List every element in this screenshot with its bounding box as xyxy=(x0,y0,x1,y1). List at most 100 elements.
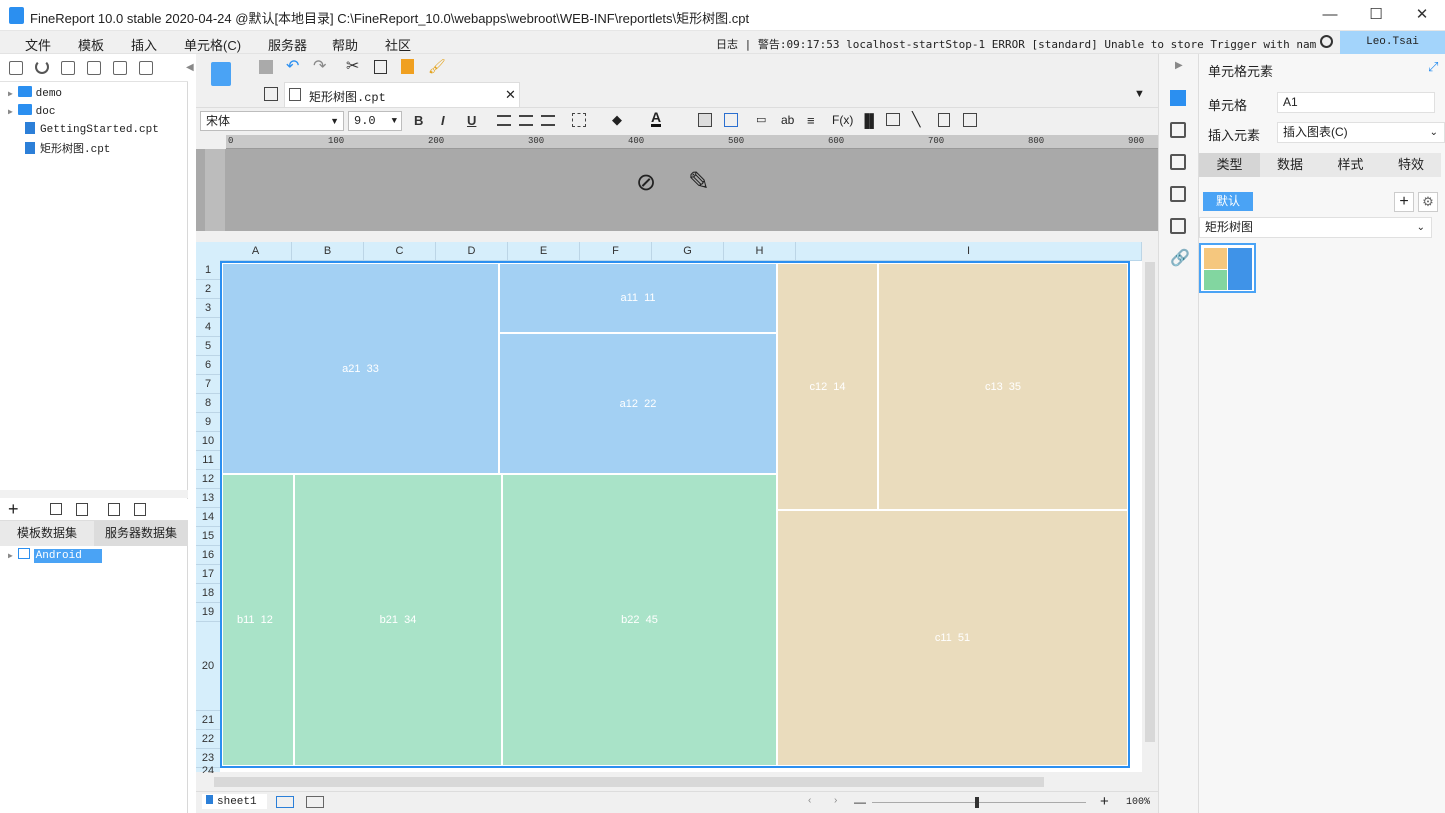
insert-element-select[interactable]: 插入图表(C) ⌄ xyxy=(1277,122,1445,143)
row-13[interactable]: 13 xyxy=(196,489,220,508)
edit-icon[interactable] xyxy=(50,503,62,515)
column-i[interactable]: I xyxy=(796,242,1142,261)
treemap-tile-a12[interactable]: a12 22 xyxy=(499,333,777,474)
cell-attribute-icon[interactable] xyxy=(1170,122,1186,138)
tree-item-treemap[interactable]: 矩形树图.cpt xyxy=(25,140,110,156)
delete-icon[interactable] xyxy=(113,61,127,75)
search-icon[interactable] xyxy=(1320,35,1333,48)
fill-color-icon[interactable]: ◆ xyxy=(612,112,622,128)
align-center-icon[interactable] xyxy=(519,115,533,126)
row-19[interactable]: 19 xyxy=(196,603,220,622)
row-9[interactable]: 9 xyxy=(196,413,220,432)
sub-report-icon[interactable] xyxy=(938,113,950,127)
prev-sheet-icon[interactable]: ‹ xyxy=(808,795,811,806)
add-icon[interactable]: + xyxy=(1394,192,1414,212)
zoom-in-button[interactable]: + xyxy=(1100,793,1109,810)
new-folder-icon[interactable] xyxy=(9,61,23,75)
add-poly-sheet-icon[interactable] xyxy=(306,796,324,808)
trash-icon[interactable] xyxy=(76,503,88,516)
menu-server[interactable]: 服务器 xyxy=(268,35,307,54)
zoom-out-button[interactable]: — xyxy=(854,795,866,809)
default-button[interactable]: 默认 xyxy=(1203,192,1253,211)
row-11[interactable]: 11 xyxy=(196,451,220,470)
close-tab-icon[interactable]: ✕ xyxy=(505,87,516,103)
sheet-tab[interactable]: sheet1 xyxy=(202,794,267,809)
menu-file[interactable]: 文件 xyxy=(25,35,51,54)
row-21[interactable]: 21 xyxy=(196,711,220,730)
formula-icon[interactable]: F(x) xyxy=(832,113,853,127)
row-1[interactable]: 1 xyxy=(196,261,220,280)
cell-element-icon[interactable] xyxy=(1170,90,1186,106)
server-dataset-icon[interactable] xyxy=(134,503,146,516)
column-e[interactable]: E xyxy=(508,242,580,261)
font-size-select[interactable]: 9.0 ▼ xyxy=(348,111,402,131)
row-7[interactable]: 7 xyxy=(196,375,220,394)
collapse-right-icon[interactable]: ▶ xyxy=(1175,60,1183,71)
hyperlink-icon[interactable]: 🔗 xyxy=(1170,248,1190,268)
format-painter-icon[interactable]: 🖌 xyxy=(428,58,446,75)
align-right-icon[interactable] xyxy=(541,115,555,126)
zoom-slider-thumb[interactable] xyxy=(975,797,979,808)
add-sheet-icon[interactable] xyxy=(276,796,294,808)
zoom-slider[interactable] xyxy=(872,802,1086,803)
next-sheet-icon[interactable]: › xyxy=(834,795,837,806)
tab-template-dataset[interactable]: 模板数据集 xyxy=(0,521,94,546)
row-5[interactable]: 5 xyxy=(196,337,220,356)
horizontal-scrollbar[interactable] xyxy=(196,773,1158,791)
cell-name-field[interactable]: A1 xyxy=(1277,92,1435,113)
grid-view-icon[interactable] xyxy=(264,87,278,101)
slash-icon[interactable]: ╲ xyxy=(912,111,920,128)
tree-item-doc[interactable]: ▶ doc xyxy=(8,104,55,118)
hide-eye-icon[interactable]: ⊘ xyxy=(636,168,656,197)
row-14[interactable]: 14 xyxy=(196,508,220,527)
add-dataset-icon[interactable]: + xyxy=(8,499,19,519)
treemap-tile-a21[interactable]: a21 33 xyxy=(222,263,499,474)
tree-item-gettingstarted[interactable]: GettingStarted.cpt xyxy=(25,122,159,136)
column-f[interactable]: F xyxy=(580,242,652,261)
tab-effect[interactable]: 特效 xyxy=(1381,153,1441,177)
italic-button[interactable]: I xyxy=(441,113,445,128)
menu-cell[interactable]: 单元格(C) xyxy=(184,35,241,54)
user-name[interactable]: Leo.Tsai xyxy=(1340,31,1445,54)
row-15[interactable]: 15 xyxy=(196,527,220,546)
vertical-scrollbar[interactable] xyxy=(1142,242,1158,772)
treemap-tile-b22[interactable]: b22 45 xyxy=(502,474,777,766)
row-22[interactable]: 22 xyxy=(196,730,220,749)
font-color-icon[interactable]: A xyxy=(651,110,662,127)
column-d[interactable]: D xyxy=(436,242,508,261)
row-16[interactable]: 16 xyxy=(196,546,220,565)
refresh-icon[interactable] xyxy=(35,60,49,74)
panel-pin-icon[interactable]: ⤢ xyxy=(1428,59,1438,75)
splitter-handle[interactable] xyxy=(0,490,188,498)
tab-server-dataset[interactable]: 服务器数据集 xyxy=(94,521,188,546)
maximize-button[interactable]: ☐ xyxy=(1353,0,1399,31)
preview-icon[interactable] xyxy=(108,503,120,516)
tree-item-demo[interactable]: ▶ demo xyxy=(8,86,62,100)
minimize-button[interactable]: — xyxy=(1307,0,1353,31)
cell-border-icon[interactable] xyxy=(963,113,977,127)
row-20[interactable]: 20 xyxy=(196,622,220,711)
redo-icon[interactable]: ↷ xyxy=(313,56,326,76)
condition-attribute-icon[interactable] xyxy=(1170,218,1186,234)
float-element-icon[interactable] xyxy=(1170,154,1186,170)
wrap-icon[interactable]: ≡ xyxy=(807,113,815,128)
treemap-tile-b11[interactable]: b11 12 xyxy=(222,474,294,766)
merge-cells-icon[interactable] xyxy=(698,113,712,127)
column-h[interactable]: H xyxy=(724,242,796,261)
chart-type-select[interactable]: 矩形树图 ⌄ xyxy=(1199,217,1432,238)
column-c[interactable]: C xyxy=(364,242,436,261)
row-12[interactable]: 12 xyxy=(196,470,220,489)
treemap-tile-a11[interactable]: a11 11 xyxy=(499,263,777,333)
select-all-corner[interactable] xyxy=(196,242,220,261)
underline-button[interactable]: U xyxy=(467,113,476,128)
border-icon[interactable] xyxy=(572,113,586,127)
treemap-tile-b21[interactable]: b21 34 xyxy=(294,474,502,766)
abc-icon[interactable]: ab xyxy=(781,113,794,127)
treemap-chart[interactable]: a21 33 a11 11 a12 22 c12 14 c13 35 b11 12 b21 … xyxy=(220,261,1130,768)
row-10[interactable]: 10 xyxy=(196,432,220,451)
tab-menu-icon[interactable]: ▼ xyxy=(1134,88,1145,100)
widget-icon[interactable] xyxy=(1170,186,1186,202)
align-left-icon[interactable] xyxy=(497,115,511,126)
tab-type[interactable]: 类型 xyxy=(1199,153,1260,177)
cut-icon[interactable]: ✂ xyxy=(346,56,359,76)
